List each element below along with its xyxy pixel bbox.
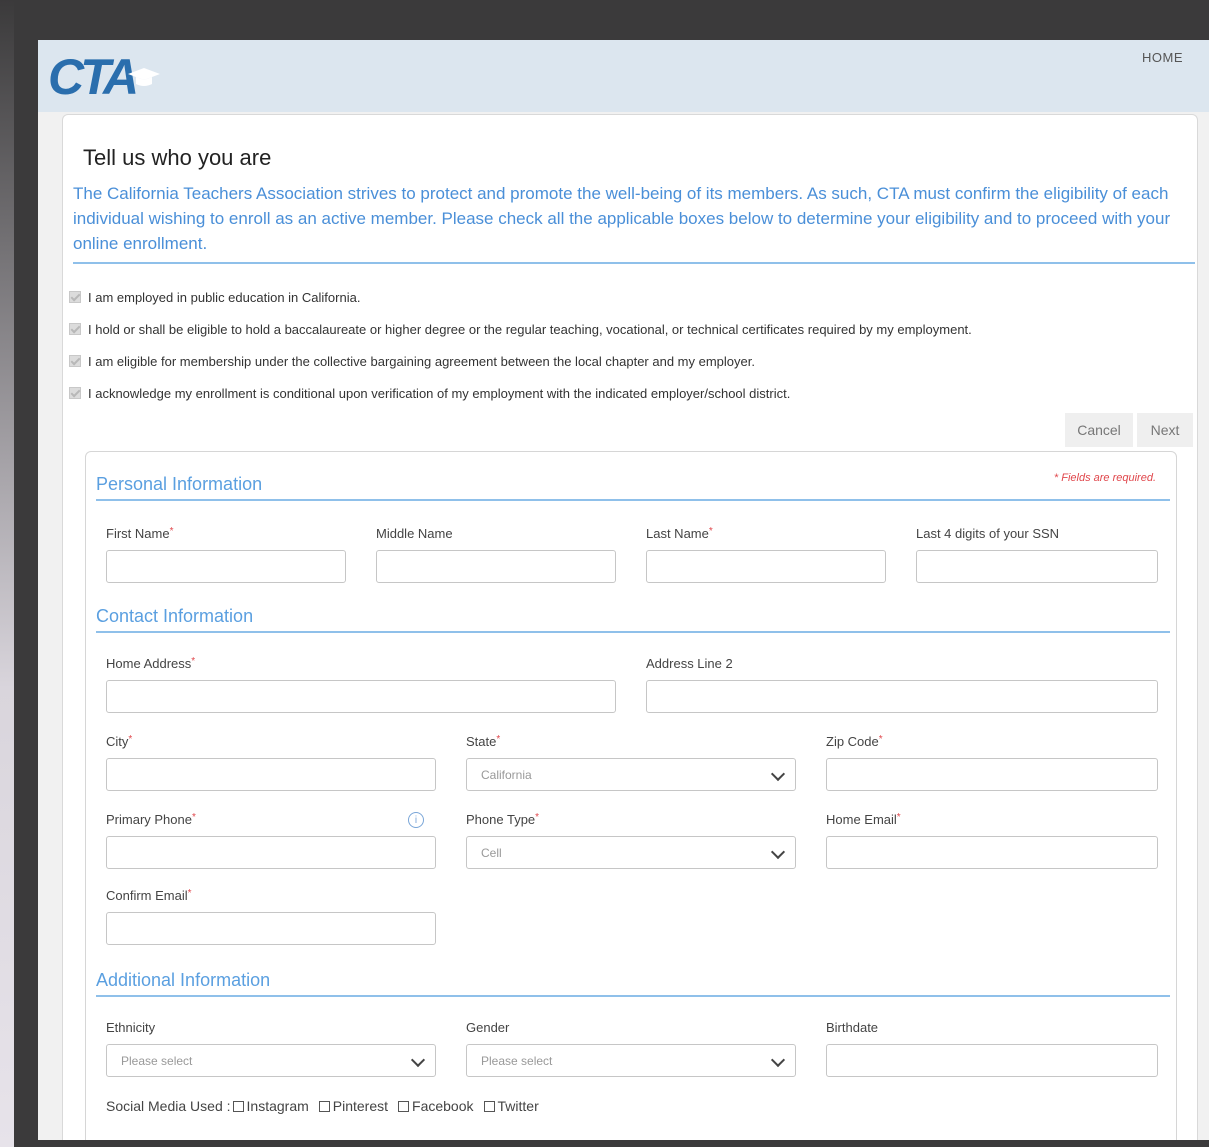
zip-label: Zip Code* <box>826 734 883 749</box>
primary-phone-input[interactable] <box>106 836 436 869</box>
intro-text: The California Teachers Association stri… <box>73 181 1195 264</box>
state-label: State* <box>466 734 501 749</box>
cta-logo: CTA <box>48 49 160 100</box>
social-option-instagram[interactable]: Instagram <box>232 1098 309 1114</box>
phone-type-select-value: Cell <box>481 845 502 860</box>
social-option-pinterest[interactable]: Pinterest <box>318 1098 388 1114</box>
eligibility-label: I am employed in public education in Cal… <box>88 289 361 305</box>
confirm-email-input[interactable] <box>106 912 436 945</box>
city-input[interactable] <box>106 758 436 791</box>
chevron-down-icon <box>770 766 786 782</box>
eligibility-item[interactable]: I am employed in public education in Cal… <box>69 281 972 313</box>
city-label: City* <box>106 734 133 749</box>
wizard-actions: Cancel Next <box>1065 413 1193 447</box>
birthdate-input[interactable] <box>826 1044 1158 1077</box>
checkbox-checked[interactable] <box>69 323 81 335</box>
checkbox[interactable] <box>483 1100 495 1112</box>
ethnicity-label: Ethnicity <box>106 1020 156 1035</box>
next-button[interactable]: Next <box>1137 413 1193 447</box>
address-line2-input[interactable] <box>646 680 1158 713</box>
social-option-facebook[interactable]: Facebook <box>398 1098 474 1114</box>
checkbox[interactable] <box>398 1100 410 1112</box>
address-line2-label: Address Line 2 <box>646 656 733 671</box>
middle-name-label: Middle Name <box>376 526 453 541</box>
ssn-label: Last 4 digits of your SSN <box>916 526 1060 541</box>
home-link[interactable]: HOME <box>1142 50 1183 65</box>
social-media-label: Social Media Used : <box>106 1098 231 1114</box>
checkbox-checked[interactable] <box>69 291 81 303</box>
info-icon[interactable]: i <box>408 812 424 828</box>
state-select[interactable]: California <box>466 758 796 791</box>
primary-phone-label: Primary Phone* <box>106 812 196 827</box>
home-address-input[interactable] <box>106 680 616 713</box>
first-name-input[interactable] <box>106 550 346 583</box>
gender-select[interactable]: Please select <box>466 1044 796 1077</box>
first-name-label: First Name* <box>106 526 174 541</box>
checkbox-checked[interactable] <box>69 355 81 367</box>
home-email-label: Home Email* <box>826 812 901 827</box>
eligibility-label: I am eligible for membership under the c… <box>88 353 755 369</box>
middle-name-input[interactable] <box>376 550 616 583</box>
last-name-input[interactable] <box>646 550 886 583</box>
phone-type-select[interactable]: Cell <box>466 836 796 869</box>
top-nav-bar: CTA HOME <box>38 40 1209 112</box>
eligibility-item[interactable]: I hold or shall be eligible to hold a ba… <box>69 313 972 345</box>
eligibility-label: I acknowledge my enrollment is condition… <box>88 385 791 401</box>
svg-text:CTA: CTA <box>48 49 136 100</box>
eligibility-label: I hold or shall be eligible to hold a ba… <box>88 321 972 337</box>
enrollment-card: Tell us who you are The California Teach… <box>62 114 1198 1140</box>
checkbox-checked[interactable] <box>69 387 81 399</box>
home-address-label: Home Address* <box>106 656 196 671</box>
ethnicity-select-value: Please select <box>121 1053 193 1068</box>
page-title: Tell us who you are <box>83 145 272 170</box>
chevron-down-icon <box>770 1052 786 1068</box>
last-name-label: Last Name* <box>646 526 713 541</box>
eligibility-item[interactable]: I am eligible for membership under the c… <box>69 345 972 377</box>
state-select-value: California <box>481 767 532 782</box>
chevron-down-icon <box>410 1052 426 1068</box>
gender-select-value: Please select <box>481 1053 553 1068</box>
section-additional-heading: Additional Information <box>96 970 1170 997</box>
ethnicity-select[interactable]: Please select <box>106 1044 436 1077</box>
enrollment-form: * Fields are required. Personal Informat… <box>85 451 1177 1140</box>
section-contact-heading: Contact Information <box>96 606 1170 633</box>
eligibility-checklist: I am employed in public education in Cal… <box>69 281 972 409</box>
social-option-twitter[interactable]: Twitter <box>483 1098 539 1114</box>
confirm-email-label: Confirm Email* <box>106 888 192 903</box>
eligibility-item[interactable]: I acknowledge my enrollment is condition… <box>69 377 972 409</box>
chevron-down-icon <box>770 844 786 860</box>
birthdate-label: Birthdate <box>826 1020 879 1035</box>
checkbox[interactable] <box>232 1100 244 1112</box>
ssn-input[interactable] <box>916 550 1158 583</box>
background-strip <box>0 0 14 1147</box>
social-media-group: Social Media Used : Instagram Pinterest … <box>106 1098 539 1114</box>
section-personal-heading: Personal Information <box>96 474 1170 501</box>
zip-input[interactable] <box>826 758 1158 791</box>
phone-type-label: Phone Type* <box>466 812 540 827</box>
cancel-button[interactable]: Cancel <box>1065 413 1133 447</box>
browser-window: CTA HOME Tell us who you are The Califor… <box>38 40 1209 1140</box>
checkbox[interactable] <box>318 1100 330 1112</box>
home-email-input[interactable] <box>826 836 1158 869</box>
gender-label: Gender <box>466 1020 510 1035</box>
